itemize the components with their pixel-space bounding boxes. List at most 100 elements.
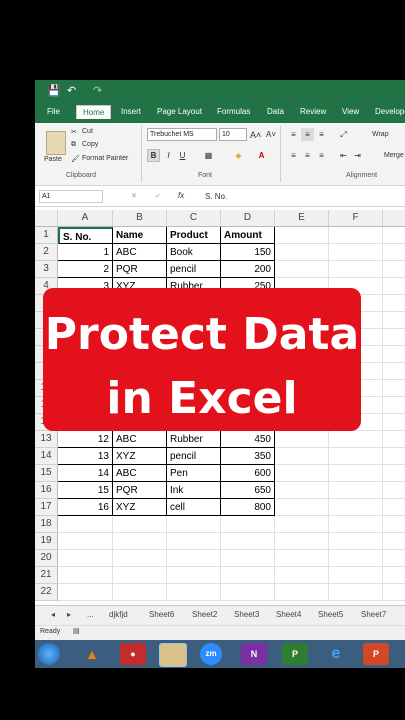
orientation-icon[interactable]: ⤢ [337,128,350,141]
wrap-text-button[interactable]: Wrap [372,131,389,138]
start-button-icon[interactable] [38,643,60,665]
align-center-icon[interactable]: ≡ [301,149,314,162]
file-explorer-icon[interactable] [159,643,187,667]
row-header[interactable]: 20 [35,550,58,567]
row-header[interactable]: 2 [35,244,58,261]
table-cell[interactable]: Ink [167,482,221,499]
enter-icon[interactable]: ✓ [155,192,161,200]
paste-icon[interactable] [46,131,66,155]
table-cell[interactable]: 14 [58,465,113,482]
indent-icon[interactable]: ⇤ [337,149,350,162]
undo-icon[interactable]: ↶ [67,84,76,98]
underline-button[interactable]: U [176,149,189,162]
outdent-icon[interactable]: ⇥ [351,149,364,162]
font-color-icon[interactable]: A [255,149,268,162]
tab-formulas[interactable]: Formulas [217,107,250,116]
shrink-font-button[interactable]: A˅ [266,130,276,139]
table-cell[interactable]: 2 [58,261,113,278]
align-bottom-icon[interactable]: ≡ [315,128,328,141]
tab-developer[interactable]: Develope [375,107,405,116]
sheet-tab[interactable]: Sheet7 [361,610,386,619]
format-painter-icon[interactable]: 🖌 [71,155,80,163]
row-header[interactable]: 18 [35,516,58,533]
italic-button[interactable]: I [162,149,175,162]
table-cell[interactable]: PQR [113,482,167,499]
font-size-select[interactable]: 10 [219,128,247,141]
borders-icon[interactable]: ▦ [202,149,215,162]
macro-record-icon[interactable]: ▤ [73,627,80,635]
font-name-select[interactable]: Trebuchet MS [147,128,217,141]
table-cell[interactable]: 13 [58,448,113,465]
sheet-tab[interactable]: Sheet5 [318,610,343,619]
align-middle-icon[interactable]: ≡ [301,128,314,141]
table-cell[interactable]: XYZ [113,499,167,516]
onenote-icon[interactable]: N [241,643,267,665]
grow-font-button[interactable]: A˄ [250,130,261,140]
bold-button[interactable]: B [147,149,160,162]
sheet-tab[interactable]: Sheet6 [149,610,174,619]
align-top-icon[interactable]: ≡ [287,128,300,141]
column-header[interactable]: F [329,210,383,227]
table-cell[interactable]: pencil [167,448,221,465]
column-header[interactable]: D [221,210,275,227]
table-cell[interactable]: ABC [113,244,167,261]
row-header[interactable]: 17 [35,499,58,516]
paste-button[interactable]: Paste [44,156,62,163]
row-header[interactable]: 1 [35,227,58,244]
recorder-icon[interactable]: ● [120,643,146,665]
table-cell[interactable]: Book [167,244,221,261]
align-left-icon[interactable]: ≡ [287,149,300,162]
table-cell[interactable]: 600 [221,465,275,482]
column-header[interactable]: C [167,210,221,227]
table-cell[interactable]: cell [167,499,221,516]
column-header[interactable]: B [113,210,167,227]
project-icon[interactable]: P [282,643,308,665]
fill-color-icon[interactable]: ◈ [232,149,245,162]
scroll-right-icon[interactable]: ▸ [67,610,71,619]
column-header[interactable] [383,210,405,227]
table-cell[interactable]: 16 [58,499,113,516]
table-cell[interactable]: 200 [221,261,275,278]
table-cell[interactable]: 1 [58,244,113,261]
column-header[interactable]: A [58,210,113,227]
table-cell[interactable]: XYZ [113,448,167,465]
tab-page-layout[interactable]: Page Layout [157,107,202,116]
table-cell[interactable]: 15 [58,482,113,499]
internet-explorer-icon[interactable]: e [323,643,349,665]
sheet-tab[interactable]: Sheet3 [234,610,259,619]
zoom-icon[interactable]: zm [200,643,222,665]
select-all-corner[interactable] [35,210,58,227]
column-header[interactable]: E [275,210,329,227]
tab-file[interactable]: File [47,107,60,116]
sheet-tab[interactable]: Sheet4 [276,610,301,619]
table-cell[interactable]: pencil [167,261,221,278]
vlc-icon[interactable]: ▲ [79,643,105,665]
table-cell[interactable]: 650 [221,482,275,499]
sheet-tab[interactable]: djkfjd [109,610,128,619]
sheet-tab[interactable]: Sheet2 [192,610,217,619]
header-cell[interactable]: Name [113,227,167,244]
cut-icon[interactable]: ✂ [71,128,77,136]
header-cell[interactable]: Product [167,227,221,244]
tab-home[interactable]: Home [76,105,112,119]
row-header[interactable]: 21 [35,567,58,584]
save-icon[interactable]: 💾 [47,84,61,98]
format-painter-button[interactable]: Format Painter [82,155,128,162]
tab-review[interactable]: Review [300,107,326,116]
copy-icon[interactable]: ⧉ [71,141,76,149]
table-cell[interactable]: 12 [58,431,113,448]
table-cell[interactable]: ABC [113,465,167,482]
scroll-left-icon[interactable]: ◂ [51,610,55,619]
table-cell[interactable]: 350 [221,448,275,465]
cancel-icon[interactable]: ✕ [131,192,137,200]
merge-button[interactable]: Merge [384,152,404,159]
table-cell[interactable]: 450 [221,431,275,448]
table-cell[interactable]: 800 [221,499,275,516]
table-cell[interactable]: ABC [113,431,167,448]
sheet-tab[interactable]: ... [87,610,94,619]
copy-button[interactable]: Copy [82,141,98,148]
tab-data[interactable]: Data [267,107,284,116]
row-header[interactable]: 16 [35,482,58,499]
table-cell[interactable]: PQR [113,261,167,278]
table-cell[interactable]: Rubber [167,431,221,448]
